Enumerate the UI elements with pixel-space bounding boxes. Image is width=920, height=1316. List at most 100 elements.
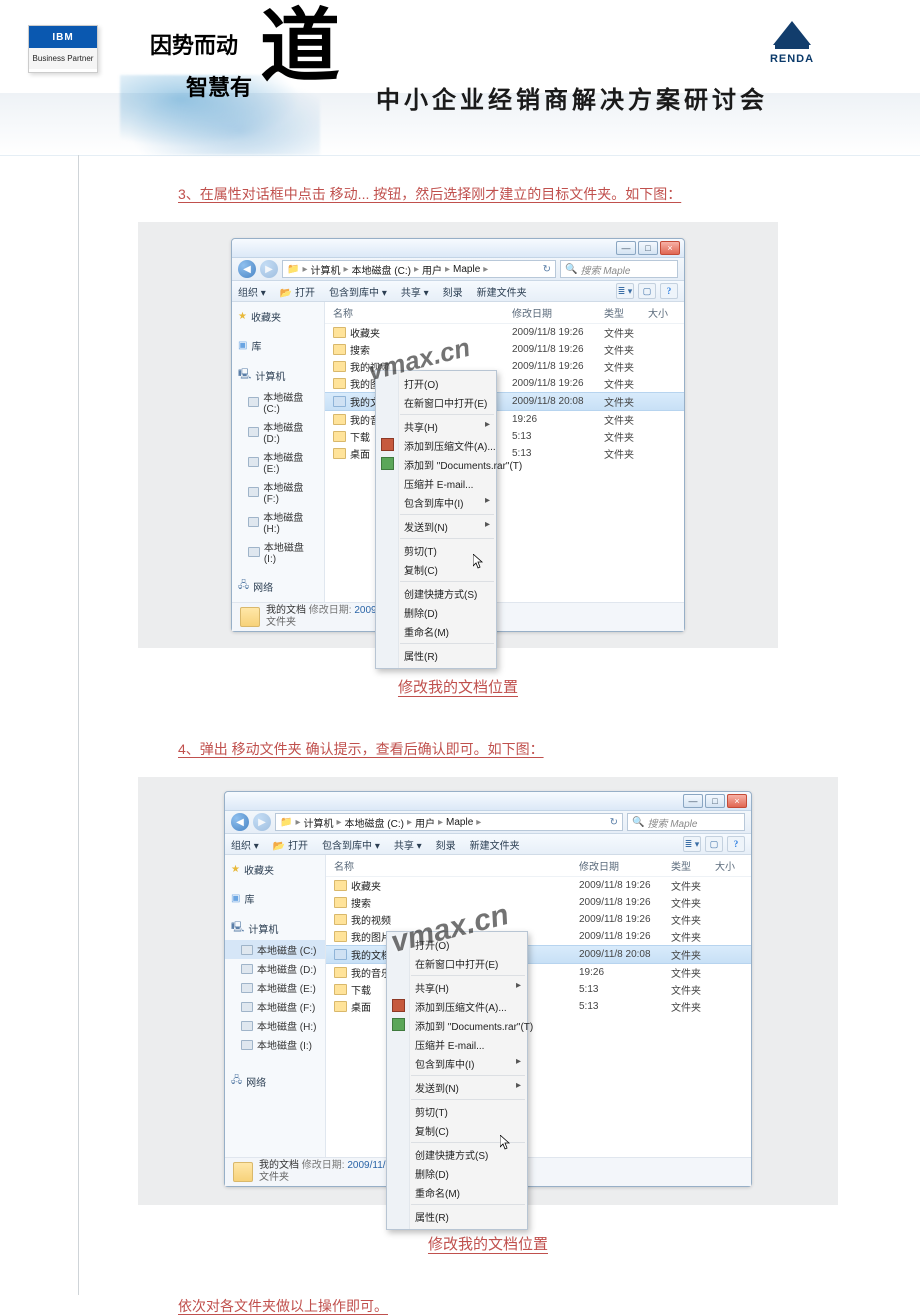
- view-button[interactable]: ≣ ▾: [683, 836, 701, 852]
- ctx-share[interactable]: 共享(H)▸: [387, 978, 527, 997]
- organize-button[interactable]: 组织 ▾: [238, 284, 266, 299]
- file-row[interactable]: 搜索2009/11/8 19:26文件夹: [325, 341, 684, 358]
- ctx-open[interactable]: 打开(O): [376, 374, 496, 393]
- preview-button[interactable]: ▢: [638, 283, 656, 299]
- ctx-rar-add2[interactable]: 添加到 "Documents.rar"(T): [376, 455, 496, 474]
- sidebar-drive[interactable]: 本地磁盘 (E:): [225, 978, 325, 997]
- col-date[interactable]: 修改日期: [512, 305, 604, 320]
- ctx-open-new[interactable]: 在新窗口中打开(E): [376, 393, 496, 412]
- ctx-delete[interactable]: 删除(D): [387, 1164, 527, 1183]
- ctx-include[interactable]: 包含到库中(I)▸: [387, 1054, 527, 1073]
- file-row[interactable]: 收藏夹2009/11/8 19:26文件夹: [325, 324, 684, 341]
- minimize-button[interactable]: —: [616, 241, 636, 255]
- address-bar[interactable]: 📁 ▸ 计算机 ▸ 本地磁盘 (C:) ▸ 用户 ▸ Maple ▸ ↻: [275, 813, 623, 831]
- ctx-cut[interactable]: 剪切(T): [376, 541, 496, 560]
- sidebar-computer[interactable]: 🖳计算机: [232, 364, 324, 387]
- help-button[interactable]: ?: [727, 836, 745, 852]
- refresh-button[interactable]: ↻: [610, 817, 618, 828]
- breadcrumb-seg[interactable]: 用户: [415, 815, 435, 830]
- sidebar-drive[interactable]: 本地磁盘 (F:): [232, 477, 324, 507]
- maximize-button[interactable]: □: [638, 241, 658, 255]
- col-size[interactable]: 大小: [715, 858, 751, 873]
- view-button[interactable]: ≣ ▾: [616, 283, 634, 299]
- sidebar-drive[interactable]: 本地磁盘 (D:): [225, 959, 325, 978]
- sidebar-favorites[interactable]: ★收藏夹: [225, 859, 325, 880]
- breadcrumb-seg[interactable]: 计算机: [303, 815, 333, 830]
- sidebar-network[interactable]: 🖧网络: [225, 1070, 325, 1093]
- sidebar-libraries[interactable]: ▣库: [232, 335, 324, 356]
- ctx-properties[interactable]: 属性(R): [376, 646, 496, 665]
- sidebar-network[interactable]: 🖧网络: [232, 575, 324, 598]
- share-button[interactable]: 共享 ▾: [401, 284, 429, 299]
- sidebar-drive[interactable]: 本地磁盘 (F:): [225, 997, 325, 1016]
- search-input[interactable]: 🔍 搜索 Maple: [560, 260, 678, 278]
- burn-button[interactable]: 刻录: [436, 837, 456, 852]
- sidebar-favorites[interactable]: ★收藏夹: [232, 306, 324, 327]
- ctx-copy[interactable]: 复制(C): [387, 1121, 527, 1140]
- file-row[interactable]: 收藏夹2009/11/8 19:26文件夹: [326, 877, 751, 894]
- include-button[interactable]: 包含到库中 ▾: [322, 837, 380, 852]
- breadcrumb-seg[interactable]: 用户: [422, 262, 442, 277]
- preview-button[interactable]: ▢: [705, 836, 723, 852]
- forward-button[interactable]: ▶: [253, 813, 271, 831]
- ctx-rar-add[interactable]: 添加到压缩文件(A)...: [387, 997, 527, 1016]
- breadcrumb-seg[interactable]: Maple: [446, 817, 473, 828]
- file-row[interactable]: 搜索2009/11/8 19:26文件夹: [326, 894, 751, 911]
- open-button[interactable]: 📂 打开: [280, 284, 315, 299]
- ctx-rar-add[interactable]: 添加到压缩文件(A)...: [376, 436, 496, 455]
- breadcrumb-seg[interactable]: 计算机: [310, 262, 340, 277]
- col-date[interactable]: 修改日期: [579, 858, 671, 873]
- ctx-include[interactable]: 包含到库中(I)▸: [376, 493, 496, 512]
- col-name[interactable]: 名称: [333, 305, 512, 320]
- ctx-rar-mail[interactable]: 压缩并 E-mail...: [376, 474, 496, 493]
- ctx-rar-add2[interactable]: 添加到 "Documents.rar"(T): [387, 1016, 527, 1035]
- ctx-rar-mail[interactable]: 压缩并 E-mail...: [387, 1035, 527, 1054]
- burn-button[interactable]: 刻录: [443, 284, 463, 299]
- organize-button[interactable]: 组织 ▾: [231, 837, 259, 852]
- col-size[interactable]: 大小: [648, 305, 684, 320]
- ctx-share[interactable]: 共享(H)▸: [376, 417, 496, 436]
- sidebar-drive[interactable]: 本地磁盘 (I:): [232, 537, 324, 567]
- ctx-rename[interactable]: 重命名(M): [387, 1183, 527, 1202]
- col-type[interactable]: 类型: [671, 858, 715, 873]
- ctx-shortcut[interactable]: 创建快捷方式(S): [387, 1145, 527, 1164]
- ctx-delete[interactable]: 删除(D): [376, 603, 496, 622]
- minimize-button[interactable]: —: [683, 794, 703, 808]
- breadcrumb-seg[interactable]: Maple: [453, 264, 480, 275]
- address-bar[interactable]: 📁 ▸ 计算机 ▸ 本地磁盘 (C:) ▸ 用户 ▸ Maple ▸ ↻: [282, 260, 556, 278]
- new-folder-button[interactable]: 新建文件夹: [470, 837, 520, 852]
- back-button[interactable]: ◀: [238, 260, 256, 278]
- ctx-copy[interactable]: 复制(C): [376, 560, 496, 579]
- sidebar-drive[interactable]: 本地磁盘 (I:): [225, 1035, 325, 1054]
- ctx-open[interactable]: 打开(O): [387, 935, 527, 954]
- search-input[interactable]: 🔍 搜索 Maple: [627, 813, 745, 831]
- help-button[interactable]: ?: [660, 283, 678, 299]
- sidebar-drive[interactable]: 本地磁盘 (D:): [232, 417, 324, 447]
- forward-button[interactable]: ▶: [260, 260, 278, 278]
- sidebar-drive[interactable]: 本地磁盘 (H:): [232, 507, 324, 537]
- refresh-button[interactable]: ↻: [543, 264, 551, 275]
- ctx-cut[interactable]: 剪切(T): [387, 1102, 527, 1121]
- open-button[interactable]: 📂 打开: [273, 837, 308, 852]
- close-button[interactable]: ×: [727, 794, 747, 808]
- share-button[interactable]: 共享 ▾: [394, 837, 422, 852]
- back-button[interactable]: ◀: [231, 813, 249, 831]
- breadcrumb-seg[interactable]: 本地磁盘 (C:): [345, 815, 404, 830]
- ctx-sendto[interactable]: 发送到(N)▸: [376, 517, 496, 536]
- include-button[interactable]: 包含到库中 ▾: [329, 284, 387, 299]
- ctx-sendto[interactable]: 发送到(N)▸: [387, 1078, 527, 1097]
- sidebar-drive-selected[interactable]: 本地磁盘 (C:): [225, 940, 325, 959]
- col-type[interactable]: 类型: [604, 305, 648, 320]
- ctx-open-new[interactable]: 在新窗口中打开(E): [387, 954, 527, 973]
- close-button[interactable]: ×: [660, 241, 680, 255]
- ctx-shortcut[interactable]: 创建快捷方式(S): [376, 584, 496, 603]
- col-name[interactable]: 名称: [334, 858, 579, 873]
- sidebar-drive[interactable]: 本地磁盘 (H:): [225, 1016, 325, 1035]
- maximize-button[interactable]: □: [705, 794, 725, 808]
- sidebar-drive[interactable]: 本地磁盘 (C:): [232, 387, 324, 417]
- new-folder-button[interactable]: 新建文件夹: [477, 284, 527, 299]
- sidebar-drive[interactable]: 本地磁盘 (E:): [232, 447, 324, 477]
- sidebar-computer[interactable]: 🖳计算机: [225, 917, 325, 940]
- ctx-rename[interactable]: 重命名(M): [376, 622, 496, 641]
- file-row[interactable]: 我的视频2009/11/8 19:26文件夹: [326, 911, 751, 928]
